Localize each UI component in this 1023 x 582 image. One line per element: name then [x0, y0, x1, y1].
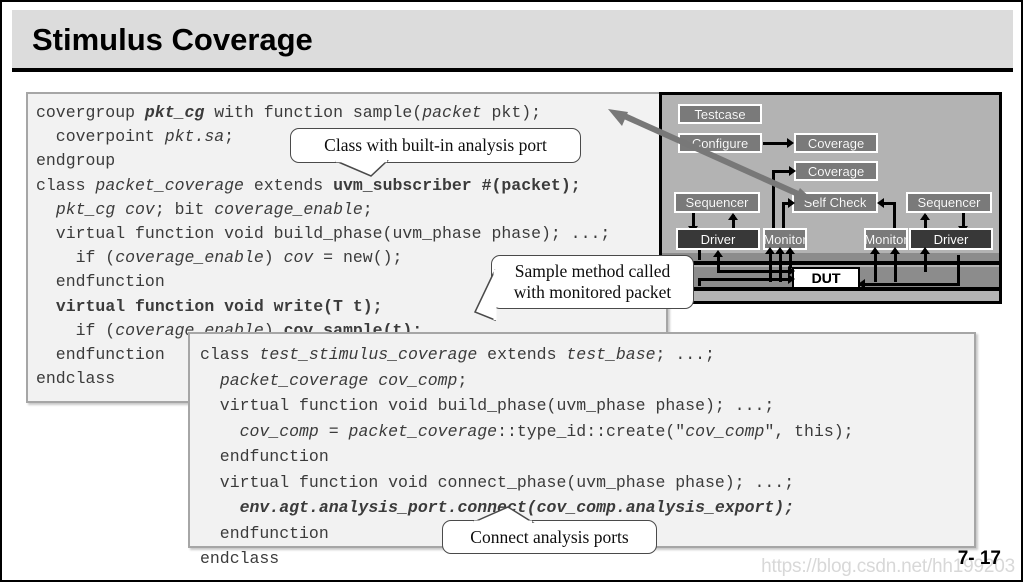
bus-monleft-2 [779, 250, 782, 282]
callout-analysis-port-text: Class with built-in analysis port [324, 135, 547, 155]
interconnect-rule-1 [662, 261, 999, 265]
diagram-box-dut: DUT [792, 267, 860, 289]
code-block-test-stimulus-coverage: class test_stimulus_coverage extends tes… [188, 332, 976, 568]
bus-driverleft-down [698, 250, 701, 260]
bus-dut-to-driverright-h [860, 283, 960, 286]
bus-driverleft2-v [717, 255, 720, 271]
callout-sample-method: Sample method called with monitored pack… [491, 255, 694, 309]
callout-analysis-port-tail [335, 160, 389, 177]
arrowhead-monleft-1 [765, 247, 775, 254]
callout-sample-method-tail [473, 269, 497, 322]
bus-monright-1 [874, 250, 877, 282]
arrowhead-monright-2 [890, 247, 900, 254]
bus-monleft-1 [769, 250, 772, 282]
callout-connect-ports-tail [473, 506, 535, 524]
arrowhead-monright-1 [870, 247, 880, 254]
callout-connect-ports: Connect analysis ports [442, 520, 657, 554]
bus-dut-to-driverright-v [957, 255, 960, 285]
diagram-label-monitor-right: Monitor [864, 231, 908, 247]
diagram-label-driver-right: Driver [933, 231, 969, 247]
page-number: 7- 17 [957, 548, 1001, 569]
page-title: Stimulus Coverage [32, 22, 313, 57]
diagram-box-driver-left: Driver [676, 228, 760, 250]
diagram-label-sequencer-right: Sequencer [917, 195, 981, 210]
arrowhead-selfcheck-right [877, 198, 884, 208]
arrowhead-monleft-2 [775, 247, 785, 254]
arrowhead-dut-out [858, 279, 865, 289]
slide-title-bar: Stimulus Coverage [12, 10, 1013, 72]
arrowhead-driverleft-up [713, 250, 723, 257]
callout-sample-method-line1: Sample method called [514, 261, 671, 281]
diagram-label-driver-left: Driver [700, 231, 736, 247]
arrowhead-monleft-3 [785, 247, 795, 254]
callout-connect-ports-text: Connect analysis ports [470, 526, 629, 547]
coverage-to-code-arrow [608, 109, 814, 201]
callout-sample-method-line2: with monitored packet [513, 282, 672, 302]
diagram-label-monitor-left: Monitor [763, 231, 807, 247]
diagram-label-dut: DUT [811, 270, 841, 286]
arrowhead-driverright-up [920, 247, 930, 254]
bus-monright-2 [894, 250, 897, 282]
callout-analysis-port: Class with built-in analysis port [290, 128, 581, 163]
diagram-box-sequencer-right: Sequencer [906, 192, 992, 213]
arrowhead-driverright-seqright [920, 213, 930, 220]
arrowhead-driver-seqleft [728, 213, 738, 220]
slide-canvas: Stimulus Coverage covergroup pkt_cg with… [0, 0, 1023, 582]
